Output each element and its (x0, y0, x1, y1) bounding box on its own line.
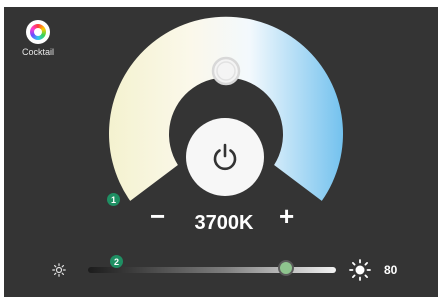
brightness-value: 80 (384, 263, 398, 277)
decrease-temperature-button[interactable]: − (150, 203, 165, 229)
sun-large-icon (349, 259, 371, 281)
sun-small-icon (52, 263, 66, 277)
marker-badge-1: 1 (107, 193, 120, 206)
power-icon (213, 143, 237, 171)
brightness-slider-track[interactable] (88, 267, 336, 273)
power-button[interactable] (186, 118, 264, 196)
increase-temperature-button[interactable]: + (279, 203, 294, 229)
lighting-control-panel: Cocktail − 3700K + 1 2 80 (4, 7, 438, 297)
color-temperature-value: 3700K (194, 212, 254, 234)
marker-badge-2: 2 (110, 255, 123, 268)
